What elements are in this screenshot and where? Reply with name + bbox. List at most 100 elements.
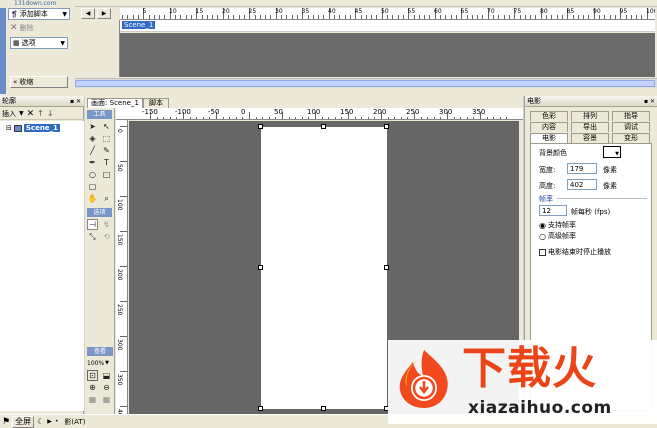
h-ruler-minor-tick <box>189 117 191 119</box>
close-icon[interactable]: ▪ ✕ <box>644 98 655 105</box>
h-ruler-minor-tick <box>156 117 158 119</box>
height-label: 高度: <box>539 182 556 190</box>
tab-script[interactable]: 脚本 <box>143 98 169 108</box>
scrollbar-thumb[interactable] <box>75 80 655 87</box>
tab-arrange[interactable]: 排列 <box>571 111 609 121</box>
timeline-ruler-label: 10 <box>169 8 177 15</box>
collapse-button[interactable]: « 收缩 <box>10 76 68 88</box>
bg-color-label: 背景颜色 <box>539 149 567 157</box>
zoom-out-icon[interactable]: ⊖ <box>101 382 112 393</box>
tab-export[interactable]: 导出 <box>571 122 609 132</box>
smooth-option-icon[interactable]: ↯ <box>101 219 112 230</box>
timeline-top-strip <box>75 0 657 7</box>
chevron-down-icon[interactable]: ▼ <box>19 110 24 117</box>
zoom-dropdown[interactable]: 100% ▼ <box>87 358 113 368</box>
tab-scene-view[interactable]: 容景 <box>571 133 609 143</box>
bullet-icon[interactable]: • <box>55 418 59 425</box>
close-icon[interactable]: ▪ ✕ <box>70 98 81 105</box>
h-ruler-label: 250 <box>406 108 420 116</box>
resize-handle[interactable] <box>384 265 389 270</box>
arrow-tool-icon[interactable]: ➤ <box>87 121 98 132</box>
arrow-down-icon[interactable]: ↓ <box>47 109 54 118</box>
resize-handle[interactable] <box>258 124 263 129</box>
grid-snap-icon[interactable]: ▦ <box>101 394 112 405</box>
h-ruler-minor-tick <box>493 117 495 119</box>
ellipse-tool-icon[interactable]: ○ <box>87 169 98 180</box>
insert-button[interactable]: 插入 <box>2 109 16 119</box>
fps-field[interactable] <box>539 205 567 216</box>
h-ruler-minor-tick <box>235 117 237 119</box>
tab-guide[interactable]: 指导 <box>612 111 650 121</box>
delete-button[interactable]: ✕ 删除 <box>10 23 34 33</box>
resize-handle[interactable] <box>321 406 326 411</box>
fit-view-icon[interactable]: ⊡ <box>87 370 98 381</box>
height-field[interactable] <box>567 179 597 190</box>
play-icon[interactable]: ▶ <box>47 418 52 425</box>
timeline-ruler[interactable]: 5 10 15 20 25 30 35 40 45 50 55 60 65 70 75 80 85 90 95 100 <box>120 8 655 20</box>
tab-debug[interactable]: 调试 <box>612 122 650 132</box>
toolbox: 工具 ➤ ↖ ◈ ⬚ ╱ ✎ ✒ T ○ □ ▢ ✋ ⌕ 选项 ⊣ ↯ ⤡ ⟲ … <box>85 108 115 414</box>
options-dropdown[interactable]: ▦ 选项 ▼ <box>10 37 68 49</box>
timeline-ruler-label: 35 <box>301 8 310 15</box>
show-all-icon[interactable]: ⬓ <box>101 370 112 381</box>
chevron-down-icon: ▼ <box>615 151 619 157</box>
radio-constant[interactable]: ◉ 支持帧率 <box>539 220 576 230</box>
tab-transform[interactable]: 变形 <box>612 133 650 143</box>
zoom-tool-icon[interactable]: ⌕ <box>101 193 112 204</box>
reshape-tool-icon[interactable]: ⬚ <box>101 133 112 144</box>
hand-tool-icon[interactable]: ✋ <box>87 193 98 204</box>
rotate-option-icon[interactable]: ⟲ <box>101 231 112 242</box>
timeline-next-button[interactable]: ▶ <box>97 8 111 19</box>
bg-color-swatch[interactable]: ▼ <box>603 146 621 158</box>
line-tool-icon[interactable]: ╱ <box>87 145 98 156</box>
timeline-ruler-label: 30 <box>275 8 283 15</box>
moon-icon[interactable]: ☾ <box>37 417 44 426</box>
transform-tool-icon[interactable]: ◈ <box>87 133 98 144</box>
straighten-option-icon[interactable]: ⤡ <box>87 231 98 242</box>
add-script-dropdown[interactable]: ❡ 添加脚本 ▼ <box>8 8 70 20</box>
grid-view-icon[interactable]: ▦ <box>87 394 98 405</box>
resize-handle[interactable] <box>321 124 326 129</box>
tab-scene[interactable]: 画面: Scene_1 <box>87 98 143 108</box>
h-ruler-label: -100 <box>175 108 191 116</box>
timeline-ruler-label: 40 <box>328 8 336 15</box>
resize-handle[interactable] <box>384 124 389 129</box>
stop-on-end-checkbox[interactable]: 电影结束时停止播放 <box>539 247 611 257</box>
expand-icon[interactable]: ⊟ <box>6 124 12 132</box>
timeline-prev-button[interactable]: ◀ <box>81 8 95 19</box>
tab-color[interactable]: 色彩 <box>530 111 568 121</box>
subselect-tool-icon[interactable]: ↖ <box>101 121 112 132</box>
pencil-tool-icon[interactable]: ✎ <box>101 145 112 156</box>
resize-handle[interactable] <box>258 265 263 270</box>
options-section-header: 选项 <box>87 208 112 217</box>
timeline-ruler-label: 90 <box>593 8 601 15</box>
text-tool-icon[interactable]: T <box>101 157 112 168</box>
zoom-in-icon[interactable]: ⊕ <box>87 382 98 393</box>
rectangle-tool-icon[interactable]: □ <box>101 169 112 180</box>
v-ruler-tick <box>120 231 127 232</box>
h-ruler-minor-tick <box>169 117 171 119</box>
radio-unchecked-icon: ○ <box>539 231 546 241</box>
tab-movie[interactable]: 电影 <box>530 133 568 143</box>
timeline-scene-row[interactable]: Scene_1 <box>120 20 655 32</box>
h-ruler-minor-tick <box>295 117 297 119</box>
tab-content[interactable]: 内容 <box>530 122 568 132</box>
width-field[interactable] <box>567 163 597 174</box>
chevron-down-icon: ▼ <box>60 39 65 47</box>
radio-checked-icon: ◉ <box>539 220 546 230</box>
resize-handle[interactable] <box>258 406 263 411</box>
snap-option-icon[interactable]: ⊣ <box>87 219 98 230</box>
delete-icon: ✕ <box>10 23 18 33</box>
fullscreen-button[interactable]: 全屏 <box>12 415 35 428</box>
timeline-frames-area[interactable] <box>120 33 655 77</box>
pen-tool-icon[interactable]: ✒ <box>87 157 98 168</box>
delete-icon[interactable]: ✕ <box>27 109 35 119</box>
outline-scene-item[interactable]: ⊟ Scene_1 <box>6 124 60 132</box>
stage-movie[interactable] <box>258 124 389 411</box>
radio-high[interactable]: ○ 高级帧率 <box>539 231 576 241</box>
tab-scene-view-label: 容景 <box>583 134 597 142</box>
timeline-hscrollbar[interactable] <box>75 78 657 88</box>
arrow-up-icon[interactable]: ↑ <box>37 109 44 118</box>
rounded-rect-tool-icon[interactable]: ▢ <box>87 181 98 192</box>
v-ruler-label: 300 <box>116 339 123 351</box>
